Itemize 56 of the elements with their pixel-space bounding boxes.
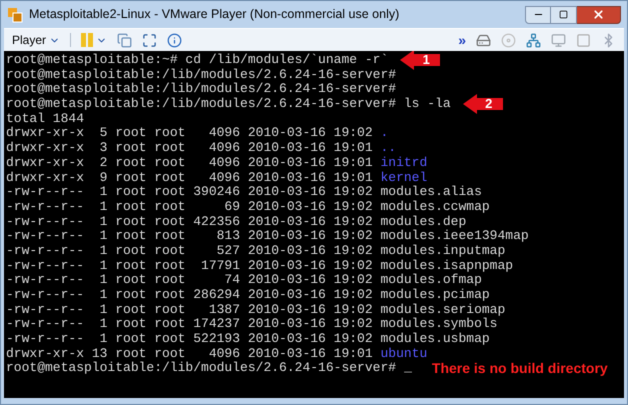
command-line: root@metasploitable:/lib/modules/2.6.24-16-server# ls -la: [6, 97, 451, 112]
file-name: ..: [380, 141, 396, 156]
file-name: modules.ccwmap: [380, 200, 490, 215]
app-icon: [7, 6, 23, 22]
listing-details: -rw-r--r-- 1 root root 1387 2010-03-16 19:02: [6, 302, 374, 318]
window-title: Metasploitable2-Linux - VMware Player (Non-commercial use only): [29, 6, 400, 24]
listing-details: -rw-r--r-- 1 root root 522193 2010-03-16 19:02: [6, 332, 374, 347]
file-name: modules.alias: [380, 185, 482, 200]
listing-details: drwxr-xr-x 9 root root 4096 2010-03-16 19:01: [6, 170, 374, 186]
file-name: .: [380, 126, 388, 142]
network-adapter-icon[interactable]: [526, 32, 541, 48]
listing-details: drwxr-xr-x 2 root root 4096 2010-03-16 19:01: [6, 156, 374, 171]
maximize-icon: [559, 10, 568, 19]
listing-details: -rw-r--r-- 1 root root 527 2010-03-16 19:02: [6, 244, 374, 259]
listing-details: -rw-r--r-- 1 root root 174237 2010-03-16 19:02: [6, 317, 374, 332]
cursor: _: [404, 361, 412, 376]
listing-details: drwxr-xr-x 5 root root 4096 2010-03-16 19:02: [6, 126, 374, 142]
file-name: modules.pcimap: [380, 288, 490, 303]
file-name: modules.usbmap: [380, 332, 490, 347]
listing-details: -rw-r--r-- 1 root root 17791 2010-03-16 19:02: [6, 258, 374, 274]
info-icon[interactable]: [167, 32, 182, 48]
display-icon[interactable]: [551, 32, 566, 48]
file-name: modules.ofmap: [380, 273, 482, 288]
annotation-note: There is no build directory: [432, 361, 608, 376]
file-name: modules.inputmap: [380, 244, 506, 259]
close-button[interactable]: [577, 6, 621, 24]
command-line: root@metasploitable:~# cd /lib/modules/`uname -r`: [6, 53, 388, 68]
pause-icon: [81, 33, 94, 47]
listing-details: -rw-r--r-- 1 root root 69 2010-03-16 19:02: [6, 200, 374, 215]
command-line: root@metasploitable:/lib/modules/2.6.24-16-server#: [6, 361, 396, 376]
output-line: total 1844: [6, 112, 84, 126]
file-name: modules.symbols: [380, 317, 498, 332]
listing-details: drwxr-xr-x 3 root root 4096 2010-03-16 19:01: [6, 141, 374, 156]
close-icon: [592, 8, 605, 21]
disc-icon[interactable]: [501, 32, 516, 48]
listing-details: -rw-r--r-- 1 root root 286294 2010-03-16 19:02: [6, 288, 374, 303]
file-name: initrd: [380, 156, 428, 171]
player-menu[interactable]: Player: [12, 31, 60, 49]
file-name: kernel: [380, 170, 428, 186]
pause-button[interactable]: [81, 33, 108, 47]
listing-details: -rw-r--r-- 1 root root 422356 2010-03-16 19:02: [6, 214, 374, 230]
file-name: modules.isapnpmap: [380, 258, 514, 274]
listing-details: -rw-r--r-- 1 root root 74 2010-03-16 19:02: [6, 273, 374, 288]
fullscreen-icon[interactable]: [142, 32, 158, 48]
command-line: root@metasploitable:/lib/modules/2.6.24-16-server#: [6, 68, 396, 82]
file-name: modules.ieee1394map: [380, 229, 529, 244]
listing-details: -rw-r--r-- 1 root root 813 2010-03-16 19:02: [6, 229, 374, 244]
more-button[interactable]: »: [458, 30, 466, 50]
listing-details: drwxr-xr-x 13 root root 4096 2010-03-16 19:01: [6, 346, 374, 362]
file-name: ubuntu: [380, 346, 428, 362]
maximize-button[interactable]: [551, 6, 577, 24]
hard-drive-icon[interactable]: [476, 32, 491, 48]
file-name: modules.dep: [380, 214, 466, 230]
listing-details: -rw-r--r-- 1 root root 390246 2010-03-16 19:02: [6, 185, 374, 200]
command-line: root@metasploitable:/lib/modules/2.6.24-16-server#: [6, 82, 396, 98]
file-name: modules.seriomap: [380, 302, 506, 318]
